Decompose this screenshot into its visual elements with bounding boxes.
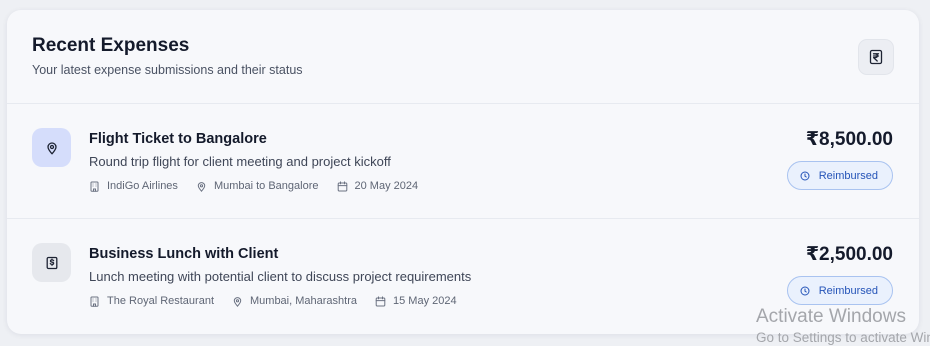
date-meta: 15 May 2024 [375, 295, 457, 307]
building-icon [90, 296, 99, 307]
rupee-button[interactable] [858, 39, 894, 75]
windows-activation-subtitle: Go to Settings to activate Windows. [756, 330, 930, 345]
expense-meta: IndiGo Airlines Mumbai to Bangalore 20 M… [89, 180, 436, 192]
location-text: Mumbai to Bangalore [213, 180, 319, 192]
vendor-meta: IndiGo Airlines [89, 180, 178, 192]
location-text: Mumbai, Maharashtra [250, 295, 357, 307]
status-label: Reimbursed [818, 284, 878, 297]
clock-icon [800, 171, 810, 180]
expense-title: Business Lunch with Client [89, 246, 279, 262]
status-badge: Reimbursed [786, 161, 893, 190]
expense-description: Round trip flight for client meeting and… [89, 154, 391, 169]
calendar-icon [337, 180, 347, 191]
expense-amount: ₹8,500.00 [805, 129, 893, 150]
date-text: 20 May 2024 [354, 180, 419, 192]
location-meta: Mumbai to Bangalore [196, 180, 319, 192]
card-title: Recent Expenses [32, 35, 190, 56]
map-pin-icon [233, 296, 242, 307]
rupee-icon [869, 49, 883, 65]
expense-icon-badge [32, 243, 71, 282]
vendor-name: The Royal Restaurant [107, 295, 214, 307]
date-text: 15 May 2024 [393, 295, 457, 307]
vendor-meta: The Royal Restaurant [89, 295, 214, 307]
expense-icon-badge [32, 128, 71, 167]
expense-amount: ₹2,500.00 [805, 244, 893, 265]
card-header: Recent Expenses Your latest expense subm… [7, 10, 919, 104]
card-subtitle: Your latest expense submissions and thei… [32, 63, 303, 77]
date-meta: 20 May 2024 [337, 180, 419, 192]
clock-icon [800, 286, 810, 295]
receipt-icon [46, 256, 57, 269]
expense-row[interactable]: Flight Ticket to Bangalore Round trip fl… [7, 104, 919, 219]
expense-description: Lunch meeting with potential client to d… [89, 269, 472, 284]
calendar-icon [375, 295, 386, 306]
expense-meta: The Royal Restaurant Mumbai, Maharashtra… [89, 295, 475, 307]
location-meta: Mumbai, Maharashtra [232, 295, 357, 307]
vendor-name: IndiGo Airlines [107, 180, 178, 192]
windows-activation-title: Activate Windows [756, 306, 906, 327]
recent-expenses-card: Recent Expenses Your latest expense subm… [7, 10, 919, 334]
expense-title: Flight Ticket to Bangalore [89, 131, 267, 147]
status-badge: Reimbursed [786, 276, 893, 305]
status-label: Reimbursed [818, 169, 878, 182]
building-icon [90, 181, 99, 192]
map-pin-icon [197, 181, 206, 192]
map-pin-icon [46, 141, 57, 154]
